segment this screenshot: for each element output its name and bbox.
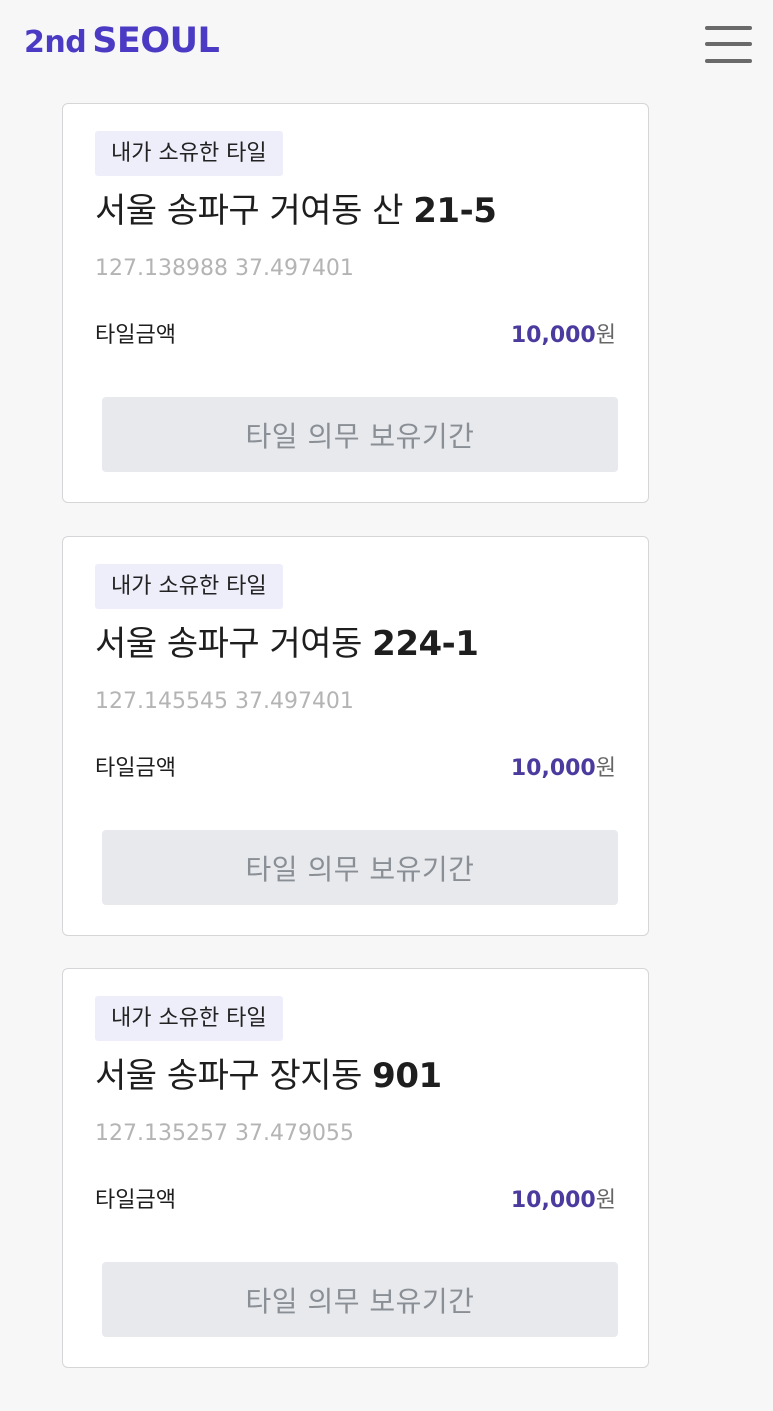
app-header: 2nd SEOUL xyxy=(0,0,773,90)
tile-amount: 10,000원 xyxy=(511,320,616,352)
tile-amount-label: 타일금액 xyxy=(95,323,176,348)
tile-amount-currency: 원 xyxy=(595,1188,616,1213)
tile-coordinates: 127.135257 37.479055 xyxy=(95,1121,354,1146)
tile-address-text: 서울 송파구 거여동 xyxy=(95,624,362,664)
holding-period-button[interactable]: 타일 의무 보유기간 xyxy=(102,397,618,472)
tile-amount: 10,000원 xyxy=(511,1185,616,1217)
tile-amount-currency: 원 xyxy=(595,756,616,781)
tile-address-text: 서울 송파구 거여동 산 xyxy=(95,191,403,231)
logo-main: SEOUL xyxy=(92,21,220,61)
tile-lot-number: 21-5 xyxy=(413,191,497,231)
tile-amount-value: 10,000 xyxy=(510,1188,596,1213)
tile-amount-label: 타일금액 xyxy=(95,1188,176,1213)
tile-amount-value: 10,000 xyxy=(510,756,596,781)
owned-tile-badge: 내가 소유한 타일 xyxy=(95,564,283,609)
tile-coordinates: 127.138988 37.497401 xyxy=(95,256,354,281)
tile-amount: 10,000원 xyxy=(511,753,616,785)
tile-coordinates: 127.145545 37.497401 xyxy=(95,689,354,714)
tile-lot-number: 224-1 xyxy=(372,624,479,664)
tile-address: 서울 송파구 장지동 901 xyxy=(95,1051,442,1101)
tile-amount-value: 10,000 xyxy=(510,323,596,348)
menu-line xyxy=(705,26,752,30)
tile-address-text: 서울 송파구 장지동 xyxy=(95,1056,362,1096)
tile-lot-number: 901 xyxy=(372,1056,442,1096)
logo-prefix: 2nd xyxy=(24,25,87,60)
tile-address: 서울 송파구 거여동 224-1 xyxy=(95,619,479,669)
tile-amount-currency: 원 xyxy=(595,323,616,348)
holding-period-button[interactable]: 타일 의무 보유기간 xyxy=(102,830,618,905)
tile-address: 서울 송파구 거여동 산 21-5 xyxy=(95,186,497,236)
tile-card[interactable]: 내가 소유한 타일 서울 송파구 장지동 901 127.135257 37.4… xyxy=(62,968,649,1368)
holding-period-button[interactable]: 타일 의무 보유기간 xyxy=(102,1262,618,1337)
hamburger-menu-icon[interactable] xyxy=(704,26,754,66)
owned-tile-badge: 내가 소유한 타일 xyxy=(95,996,283,1041)
tile-amount-label: 타일금액 xyxy=(95,756,176,781)
menu-line xyxy=(705,59,752,63)
menu-line xyxy=(705,42,752,46)
app-logo[interactable]: 2nd SEOUL xyxy=(24,21,220,61)
tile-card[interactable]: 내가 소유한 타일 서울 송파구 거여동 224-1 127.145545 37… xyxy=(62,536,649,936)
owned-tile-badge: 내가 소유한 타일 xyxy=(95,131,283,176)
tile-card[interactable]: 내가 소유한 타일 서울 송파구 거여동 산 21-5 127.138988 3… xyxy=(62,103,649,503)
